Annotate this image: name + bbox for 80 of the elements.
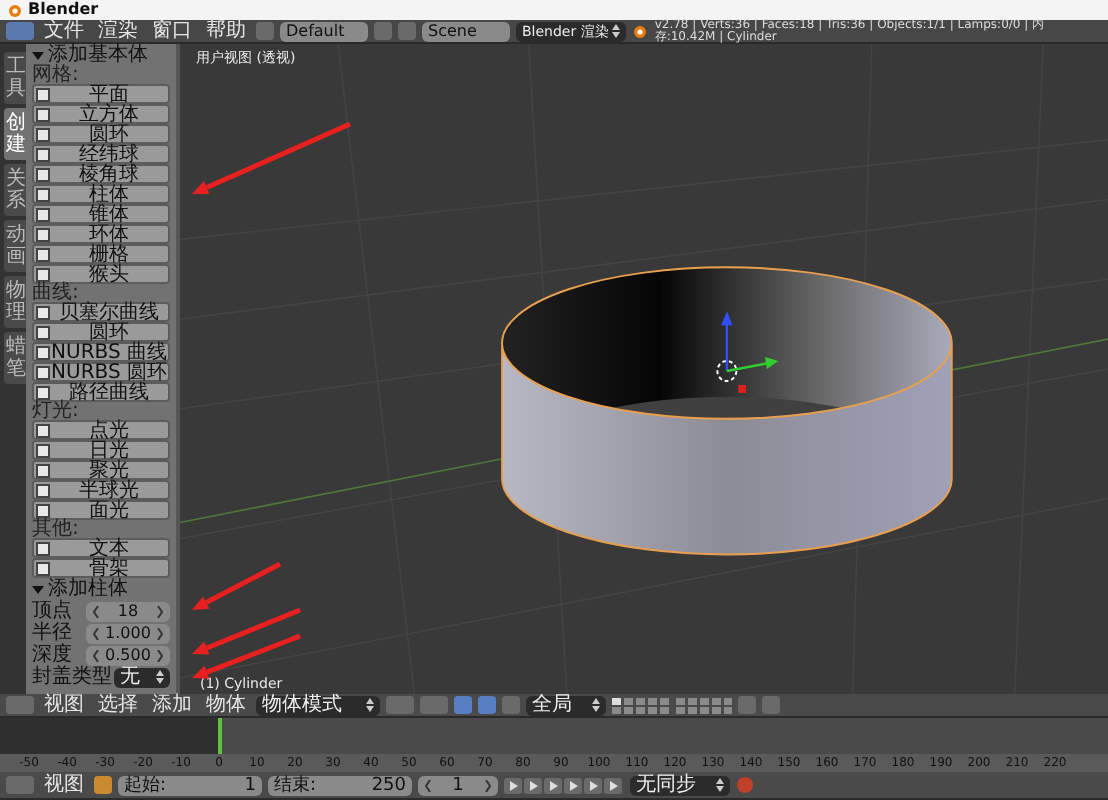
field-label: 顶点 xyxy=(32,601,72,621)
number-field[interactable]: 0.500 xyxy=(86,645,170,665)
orientation-dropdown[interactable]: 全局 xyxy=(526,695,606,715)
add-primitive-button[interactable]: 栅格 xyxy=(32,244,170,264)
section-heading: 网格: xyxy=(32,66,81,84)
disclosure-triangle-icon[interactable] xyxy=(32,49,44,61)
chevron-left-icon[interactable] xyxy=(424,779,432,791)
start-frame-field[interactable]: 起始: 1 xyxy=(118,775,262,795)
add-primitive-button[interactable]: 骨架 xyxy=(32,558,170,578)
annotation-arrow xyxy=(192,607,301,655)
layer-grid-icon[interactable] xyxy=(612,697,732,713)
add-primitive-button[interactable]: 贝塞尔曲线 xyxy=(32,302,170,322)
chevron-right-icon[interactable] xyxy=(483,779,492,791)
add-primitive-button[interactable]: 面光 xyxy=(32,500,170,520)
current-frame-field[interactable]: 1 xyxy=(418,775,498,795)
3d-cursor-icon xyxy=(716,360,738,382)
tool-tab[interactable]: 关系 xyxy=(4,164,26,216)
add-primitive-button[interactable]: 环体 xyxy=(32,224,170,244)
panel-title: 添加柱体 xyxy=(48,578,128,600)
menu-item[interactable]: 渲染 xyxy=(94,20,142,42)
section-heading: 灯光: xyxy=(32,402,79,420)
menu-item[interactable]: 帮助 xyxy=(202,20,250,42)
tool-tab[interactable]: 工具 xyxy=(4,52,26,104)
add-primitive-button[interactable]: 日光 xyxy=(32,440,170,460)
annotation-arrow xyxy=(192,633,301,679)
section-heading: 曲线: xyxy=(32,284,79,302)
playback-controls-icon[interactable] xyxy=(504,777,624,793)
add-primitive-button[interactable]: 半球光 xyxy=(32,480,170,500)
menu-item[interactable]: 视图 xyxy=(40,774,88,796)
mode-dropdown[interactable]: 物体模式 xyxy=(256,695,380,715)
menu-item[interactable]: 视图 xyxy=(40,694,88,716)
disclosure-triangle-icon[interactable] xyxy=(32,583,44,595)
current-frame-line[interactable] xyxy=(218,718,222,754)
add-primitive-button[interactable]: 聚光 xyxy=(32,460,170,480)
up-down-arrows-icon xyxy=(366,698,374,712)
up-down-arrows-icon xyxy=(612,24,621,38)
field-label: 深度 xyxy=(32,645,72,665)
record-icon[interactable] xyxy=(736,776,754,794)
add-primitive-button[interactable]: 圆环 xyxy=(32,322,170,342)
add-primitive-button[interactable]: 锥体 xyxy=(32,204,170,224)
section-heading: 其他: xyxy=(32,520,81,538)
add-primitive-button[interactable]: 文本 xyxy=(32,538,170,558)
add-primitive-button[interactable]: 棱角球 xyxy=(32,164,170,184)
add-primitive-button[interactable]: 柱体 xyxy=(32,184,170,204)
menu-item[interactable]: 文件 xyxy=(40,20,88,42)
add-primitive-button[interactable]: 立方体 xyxy=(32,104,170,124)
menu-item[interactable]: 选择 xyxy=(94,694,142,716)
transform-gizmo-icon[interactable] xyxy=(721,311,779,393)
scene-field[interactable]: Scene xyxy=(422,21,510,41)
menu-item[interactable]: 窗口 xyxy=(148,20,196,42)
menu-item[interactable]: 添加 xyxy=(148,694,196,716)
up-down-arrows-icon xyxy=(592,698,600,712)
sync-dropdown[interactable]: 无同步 xyxy=(630,775,730,795)
add-primitive-button[interactable]: 经纬球 xyxy=(32,144,170,164)
end-frame-field[interactable]: 结束: 250 xyxy=(268,775,412,795)
add-primitive-button[interactable]: 路径曲线 xyxy=(32,382,170,402)
up-down-arrows-icon xyxy=(156,670,164,684)
tool-tab[interactable]: 蜡笔 xyxy=(4,332,26,384)
field-label: 半径 xyxy=(32,623,72,643)
number-field[interactable]: 1.000 xyxy=(86,623,170,643)
add-primitive-button[interactable]: NURBS 曲线 xyxy=(32,342,170,362)
add-primitive-button[interactable]: 平面 xyxy=(32,84,170,104)
annotation-arrow xyxy=(192,561,282,610)
number-field[interactable]: 18 xyxy=(86,601,170,621)
app-logo-icon xyxy=(632,23,649,39)
tool-tab[interactable]: 创建 xyxy=(4,108,26,160)
add-primitive-button[interactable]: NURBS 圆环 xyxy=(32,362,170,382)
layout-field[interactable]: Default xyxy=(280,21,368,41)
dropdown[interactable]: 无 xyxy=(114,667,170,687)
field-label: 封盖类型 xyxy=(32,667,112,687)
menu-item[interactable]: 物体 xyxy=(202,694,250,716)
add-primitive-button[interactable]: 点光 xyxy=(32,420,170,440)
up-down-arrows-icon xyxy=(716,778,724,792)
cylinder-ring-drawing[interactable] xyxy=(501,266,953,556)
add-primitive-button[interactable]: 圆环 xyxy=(32,124,170,144)
window-title: Blender xyxy=(28,0,99,19)
panel-title: 添加基本体 xyxy=(48,44,148,66)
tool-tab[interactable]: 动画 xyxy=(4,220,26,272)
tool-tab[interactable]: 物理 xyxy=(4,276,26,328)
add-primitive-button[interactable]: 猴头 xyxy=(32,264,170,284)
